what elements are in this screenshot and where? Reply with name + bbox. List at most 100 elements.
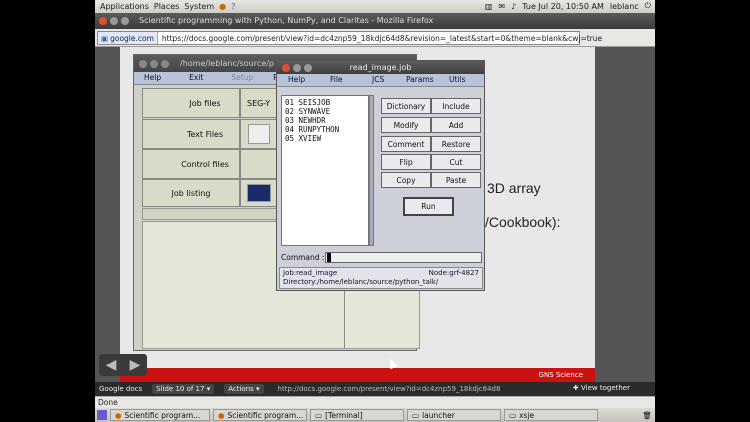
window-maximize-button[interactable] <box>161 60 169 68</box>
places-menu[interactable]: Places <box>154 2 179 11</box>
menu-exit[interactable]: Exit <box>171 72 213 84</box>
job-files-button[interactable]: Job files <box>142 88 240 118</box>
window-minimize-button[interactable] <box>150 60 158 68</box>
window-minimize-button[interactable] <box>293 64 301 72</box>
gdocs-toolbar: Google docs Slide 10 of 17 ▾ Actions ▾ h… <box>95 382 655 396</box>
xsje-icon: ▭ <box>509 410 517 420</box>
menu-jcs[interactable]: JCS <box>372 75 384 84</box>
show-desktop-icon[interactable] <box>97 410 107 420</box>
network-icon[interactable]: ▥ <box>485 2 493 11</box>
read-image-menubar: Help File JCS Params Utils <box>277 74 484 87</box>
power-icon[interactable]: ⏻ <box>645 1 651 11</box>
add-button[interactable]: Add <box>431 117 481 133</box>
system-menu[interactable]: System <box>184 2 214 11</box>
trash-icon[interactable]: 🗑 <box>642 411 652 420</box>
read-image-titlebar: read_image.job <box>277 61 484 74</box>
node-name: Node:grf-4827 <box>428 269 479 277</box>
firefox-urlbar: ▣ google.com https://docs.google.com/pre… <box>95 29 655 47</box>
taskbar-item[interactable]: ● Scientific program... <box>213 409 307 421</box>
view-together-button[interactable]: ✚ View together <box>573 384 630 392</box>
include-button[interactable]: Include <box>431 98 481 114</box>
taskbar-item[interactable]: ▭ launcher <box>407 409 501 421</box>
seg-button[interactable]: SEG-Y <box>240 88 278 118</box>
command-input[interactable] <box>325 252 482 263</box>
list-item[interactable]: 03 NEWHDR <box>285 116 365 125</box>
launcher-icon: ▭ <box>412 410 420 420</box>
read-image-dialog: read_image.job Help File JCS Params Util… <box>276 60 485 291</box>
job-name: Job:read_image <box>283 269 338 277</box>
actions-dropdown[interactable]: Actions ▾ <box>224 384 264 394</box>
tool-button[interactable] <box>240 119 278 149</box>
copy-button[interactable]: Copy <box>381 172 431 188</box>
firefox-icon: ● <box>115 410 122 420</box>
taskbar-item[interactable]: ▭ [Terminal] <box>310 409 404 421</box>
mail-icon[interactable]: ✉ <box>498 2 505 11</box>
terminal-icon: ▭ <box>315 410 323 420</box>
url-input[interactable]: ▣ google.com https://docs.google.com/pre… <box>97 31 602 45</box>
firefox-icon: ● <box>218 410 225 420</box>
cut-button[interactable]: Cut <box>431 154 481 170</box>
window-close-button[interactable] <box>99 17 107 25</box>
text-files-button[interactable]: Text Files <box>142 119 240 149</box>
volume-icon[interactable]: ♪ <box>511 2 516 11</box>
slide-text: /Cookbook): <box>485 214 561 230</box>
tool-thumbnail-icon <box>248 124 270 144</box>
top-panel: Applications Places System ● ? ▥ ✉ ♪ Tue… <box>95 0 655 13</box>
menu-params[interactable]: Params <box>406 75 434 84</box>
next-slide-icon[interactable]: ▶ <box>130 357 141 373</box>
menu-file[interactable]: File <box>330 75 343 84</box>
list-item[interactable]: 02 SYNWAVE <box>285 107 365 116</box>
firefox-launcher-icon[interactable]: ● <box>219 2 226 11</box>
gdocs-logo: Google docs <box>99 385 143 393</box>
window-minimize-button[interactable] <box>110 17 118 25</box>
comment-button[interactable]: Comment <box>381 136 431 152</box>
user-menu[interactable]: leblanc <box>610 2 639 11</box>
dictionary-button[interactable]: Dictionary <box>381 98 431 114</box>
command-label: Command : <box>281 253 325 262</box>
control-files-button[interactable]: Control files <box>142 149 240 179</box>
list-item[interactable]: 04 RUNPYTHON <box>285 125 365 134</box>
viewer-thumbnail-icon <box>247 184 271 202</box>
site-icon: ▣ <box>101 33 109 43</box>
restore-button[interactable]: Restore <box>431 136 481 152</box>
slide-footer: GNS Science <box>120 368 595 382</box>
list-item[interactable]: 01 SEISJOB <box>285 98 365 107</box>
window-maximize-button[interactable] <box>304 64 312 72</box>
presentation-url: http://docs.google.com/present/view?id=d… <box>277 385 501 393</box>
applications-menu[interactable]: Applications <box>100 2 149 11</box>
text-cursor <box>327 253 331 262</box>
taskbar-item[interactable]: ● Scientific program... <box>110 409 210 421</box>
slide-counter-dropdown[interactable]: Slide 10 of 17 ▾ <box>152 384 215 394</box>
run-button[interactable]: Run <box>403 197 454 216</box>
slide-text: 3D array <box>487 180 541 196</box>
clock[interactable]: Tue Jul 20, 10:50 AM <box>522 2 604 11</box>
firefox-titlebar: Scientific programming with Python, NumP… <box>95 13 655 29</box>
claritas-title: /home/leblanc/source/p <box>180 59 274 68</box>
menu-utils[interactable]: Utils <box>449 75 466 84</box>
tool-button[interactable] <box>240 149 278 179</box>
job-listing-button[interactable]: Job listing <box>142 179 240 207</box>
menu-setup[interactable]: Setup <box>213 72 263 84</box>
list-scrollbar[interactable] <box>369 95 374 246</box>
window-close-button[interactable] <box>282 64 290 72</box>
help-icon[interactable]: ? <box>231 2 235 11</box>
taskbar: ● Scientific program... ● Scientific progr… <box>95 408 655 422</box>
status-text: Done <box>98 398 118 407</box>
job-module-list[interactable]: 01 SEISJOB 02 SYNWAVE 03 NEWHDR 04 RUNPY… <box>281 95 369 246</box>
list-item[interactable]: 05 XVIEW <box>285 134 365 143</box>
taskbar-item[interactable]: ▭ xsje <box>504 409 598 421</box>
prev-slide-icon[interactable]: ◀ <box>106 357 117 373</box>
read-image-title: read_image.job <box>349 63 412 72</box>
firefox-status-bar: Done <box>95 396 655 408</box>
menu-help[interactable]: Help <box>288 75 305 84</box>
menu-help[interactable]: Help <box>134 72 171 84</box>
window-close-button[interactable] <box>139 60 147 68</box>
flip-button[interactable]: Flip <box>381 154 431 170</box>
url-text: https://docs.google.com/present/view?id=… <box>161 33 603 43</box>
viewer-button[interactable] <box>240 179 278 207</box>
job-status-panel: Job:read_image Node:grf-4827 Directory:/… <box>279 267 483 289</box>
window-maximize-button[interactable] <box>121 17 129 25</box>
paste-button[interactable]: Paste <box>431 172 481 188</box>
modify-button[interactable]: Modify <box>381 117 431 133</box>
site-identity-button[interactable]: ▣ google.com <box>98 32 158 44</box>
